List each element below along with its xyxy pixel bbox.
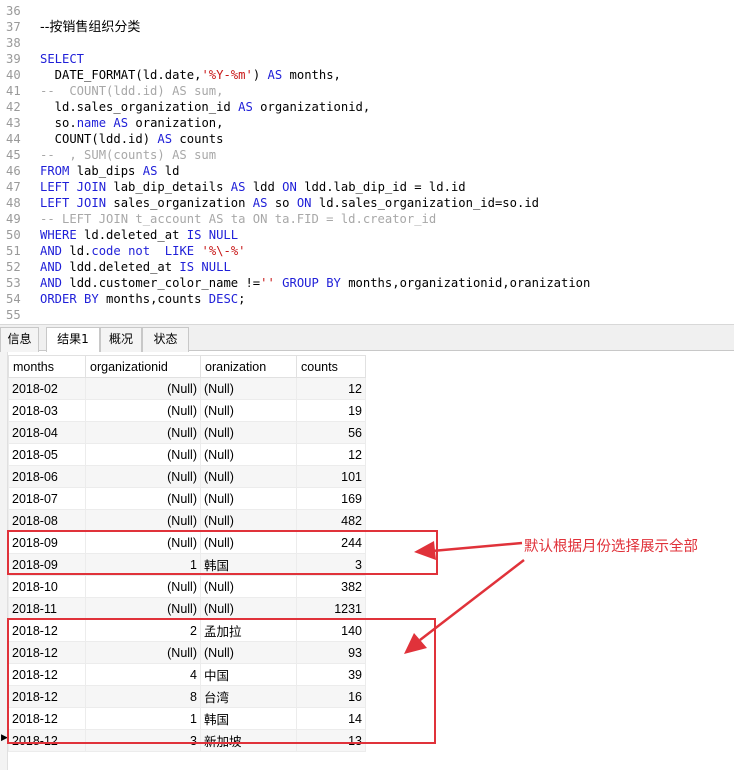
annotation-arrows — [404, 541, 525, 654]
arrow-to-september-line — [431, 541, 523, 553]
annotation-note: 默认根据月份选择展示全部 — [524, 539, 698, 555]
arrow-to-december-line — [419, 559, 525, 641]
arrow-to-september-head — [414, 541, 436, 560]
